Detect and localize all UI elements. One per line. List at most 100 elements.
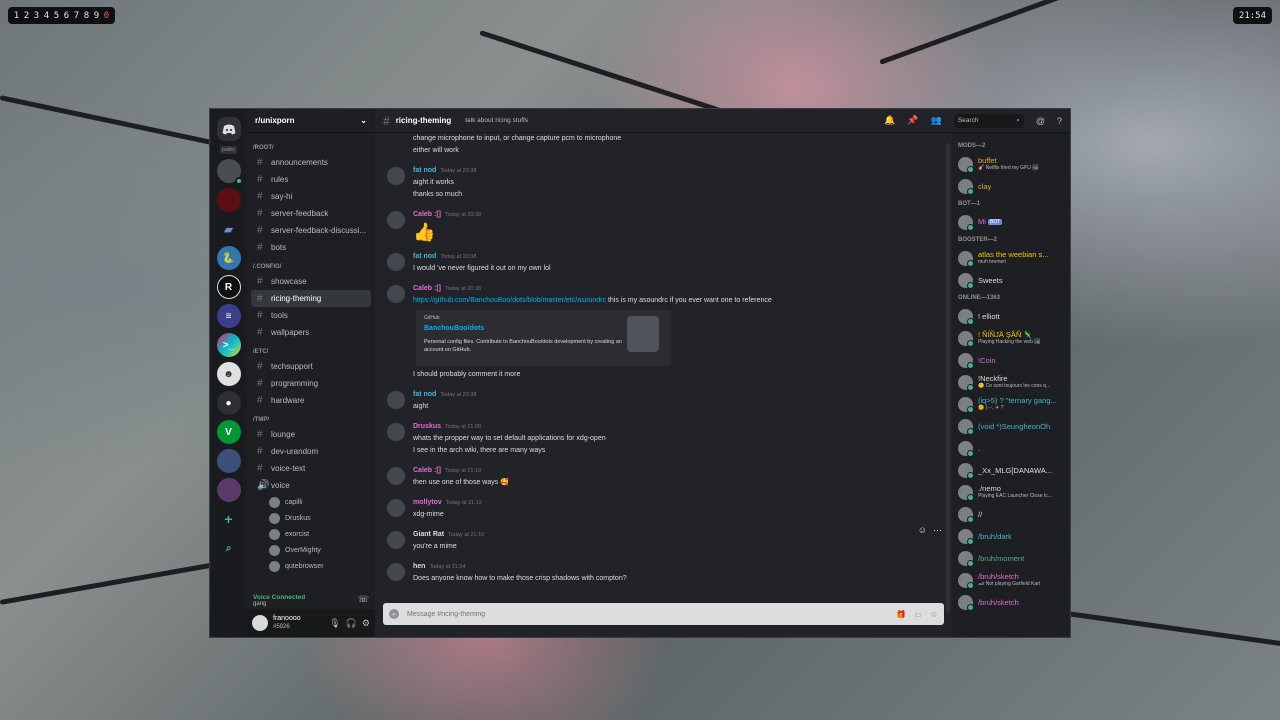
member-item[interactable]: //: [958, 503, 1064, 525]
member-item[interactable]: ! elliott: [958, 305, 1064, 327]
channel-item-sayhi[interactable]: # say-hi: [251, 188, 371, 205]
member-item[interactable]: atlas the weebian s... muh bromeri: [958, 247, 1064, 269]
avatar[interactable]: [387, 467, 405, 485]
server-rust-icon[interactable]: R: [216, 275, 241, 299]
server-unixporn-icon[interactable]: [216, 159, 243, 185]
avatar[interactable]: [387, 531, 405, 549]
microphone-icon[interactable]: 🎙: [329, 618, 340, 629]
workspace-6[interactable]: 6: [63, 11, 70, 21]
avatar[interactable]: [387, 253, 405, 271]
channel-item-ricingtheming[interactable]: # ricing-theming: [251, 290, 371, 307]
channel-item-tools[interactable]: # tools: [251, 307, 371, 324]
workspace-4[interactable]: 4: [43, 11, 50, 21]
server-avatar-icon[interactable]: ☻: [216, 362, 241, 386]
author-name[interactable]: fat nod: [413, 167, 436, 174]
member-item[interactable]: /bruh/moment: [958, 547, 1064, 569]
member-item[interactable]: _Xx_MLG[DANAWA...: [958, 459, 1064, 481]
author-name[interactable]: fat nod: [413, 253, 436, 260]
channel-item-lounge[interactable]: # lounge: [251, 426, 371, 443]
member-item[interactable]: buffet 🎸 Netflix fried my GPU 🖼: [958, 153, 1064, 175]
gift-icon[interactable]: 🎁: [896, 610, 906, 619]
channel-category[interactable]: /TMP/: [251, 409, 371, 426]
discord-home-icon[interactable]: [216, 117, 241, 141]
avatar[interactable]: [387, 499, 405, 517]
workspace-5[interactable]: 5: [53, 11, 60, 21]
member-item[interactable]: ! ÑÍÑJÄ ŞÅÑ 🦎 Playing Hacking the web 🖼: [958, 327, 1064, 349]
voice-user[interactable]: qutebrowser: [251, 558, 371, 574]
channel-item-bots[interactable]: # bots: [251, 239, 371, 256]
voice-user[interactable]: OverMighty: [251, 542, 371, 558]
headphones-icon[interactable]: 🎧: [346, 618, 357, 629]
member-item[interactable]: Mi BOT: [958, 211, 1064, 233]
member-item[interactable]: (iq>5) ? "ternary gang... 🌞 (·-·, ✈ ?: [958, 393, 1064, 415]
author-name[interactable]: mollytov: [413, 499, 442, 506]
channel-category[interactable]: /ROOT/: [251, 137, 371, 154]
attach-plus-icon[interactable]: +: [389, 609, 399, 619]
mention-icon[interactable]: @: [1036, 116, 1045, 126]
server-mix-icon[interactable]: [216, 478, 241, 502]
author-name[interactable]: Caleb :[]: [413, 211, 441, 218]
server-lines-icon[interactable]: ≡: [216, 304, 241, 328]
member-item[interactable]: .: [958, 437, 1064, 459]
server-terminal-icon[interactable]: >_: [216, 333, 241, 357]
avatar[interactable]: [387, 167, 405, 185]
pin-icon[interactable]: 📌: [907, 115, 918, 126]
avatar[interactable]: [387, 563, 405, 581]
help-icon[interactable]: ?: [1057, 116, 1062, 126]
scrollbar[interactable]: [946, 143, 950, 613]
workspace-0[interactable]: 0: [103, 11, 110, 21]
member-item[interactable]: ./nemo Playing EAC Launcher Close Ic...: [958, 481, 1064, 503]
channel-category[interactable]: /.CONFIG/: [251, 256, 371, 273]
channel-item-wallpapers[interactable]: # wallpapers: [251, 324, 371, 341]
channel-category[interactable]: /ETC/: [251, 341, 371, 358]
server-pin-icon[interactable]: ●: [216, 391, 241, 415]
workspace-1[interactable]: 1: [13, 11, 20, 21]
voice-user[interactable]: exorcist: [251, 526, 371, 542]
channel-item-serverfeedback[interactable]: # server-feedback: [251, 205, 371, 222]
member-item[interactable]: !Neckfire 🙂 Ce sont toujours les cons q..…: [958, 371, 1064, 393]
author-name[interactable]: Giant Rat: [413, 531, 444, 538]
channel-item-voice[interactable]: 🔊 voice: [251, 477, 371, 494]
server-red-icon[interactable]: [216, 188, 241, 212]
channel-item-serverfeedbackdiscussi[interactable]: # server-feedback-discussi...: [251, 222, 371, 239]
avatar[interactable]: [252, 615, 268, 631]
disconnect-icon[interactable]: ☏: [358, 594, 369, 605]
avatar[interactable]: [387, 285, 405, 303]
author-name[interactable]: Druskus: [413, 423, 441, 430]
gif-icon[interactable]: ▭: [914, 610, 922, 619]
bell-icon[interactable]: 🔔: [884, 115, 895, 126]
channel-item-rules[interactable]: # rules: [251, 171, 371, 188]
gear-icon[interactable]: ⚙: [362, 618, 370, 629]
voice-user[interactable]: Druskus: [251, 510, 371, 526]
server-vim-icon[interactable]: V: [216, 420, 241, 444]
member-item[interactable]: /bruh/sketch: [958, 591, 1064, 613]
member-item[interactable]: (void *)SeungheonOh: [958, 415, 1064, 437]
member-item[interactable]: !Coin: [958, 349, 1064, 371]
server-python-icon[interactable]: 🐍: [216, 246, 241, 270]
channel-item-techsupport[interactable]: # techsupport: [251, 358, 371, 375]
author-name[interactable]: Caleb :[]: [413, 285, 441, 292]
member-item[interactable]: Sweets: [958, 269, 1064, 291]
workspace-7[interactable]: 7: [73, 11, 80, 21]
voice-user[interactable]: capilli: [251, 494, 371, 510]
author-name[interactable]: hen: [413, 563, 425, 570]
workspace-2[interactable]: 2: [23, 11, 30, 21]
channel-item-programming[interactable]: # programming: [251, 375, 371, 392]
server-blue-icon[interactable]: [216, 449, 241, 473]
channel-item-devurandom[interactable]: # dev-urandom: [251, 443, 371, 460]
more-options-icon[interactable]: ⋯: [933, 525, 942, 536]
guild-header[interactable]: r/unixporn ⌄: [247, 109, 375, 133]
member-item[interactable]: clay: [958, 175, 1064, 197]
search-input[interactable]: Search ⌕: [953, 113, 1024, 128]
add-reaction-icon[interactable]: ☺: [918, 525, 927, 536]
members-icon[interactable]: 👥: [931, 115, 942, 126]
channel-item-showcase[interactable]: # showcase: [251, 273, 371, 290]
folder-icon[interactable]: ▰: [217, 217, 241, 241]
workspace-8[interactable]: 8: [83, 11, 90, 21]
workspace-3[interactable]: 3: [33, 11, 40, 21]
channel-item-hardware[interactable]: # hardware: [251, 392, 371, 409]
message-link[interactable]: https://github.com/BanchouBoo/dots/blob/…: [413, 297, 606, 304]
member-item[interactable]: /bruh/dark: [958, 525, 1064, 547]
emoji-icon[interactable]: ☺: [930, 610, 938, 619]
author-name[interactable]: fat nod: [413, 391, 436, 398]
